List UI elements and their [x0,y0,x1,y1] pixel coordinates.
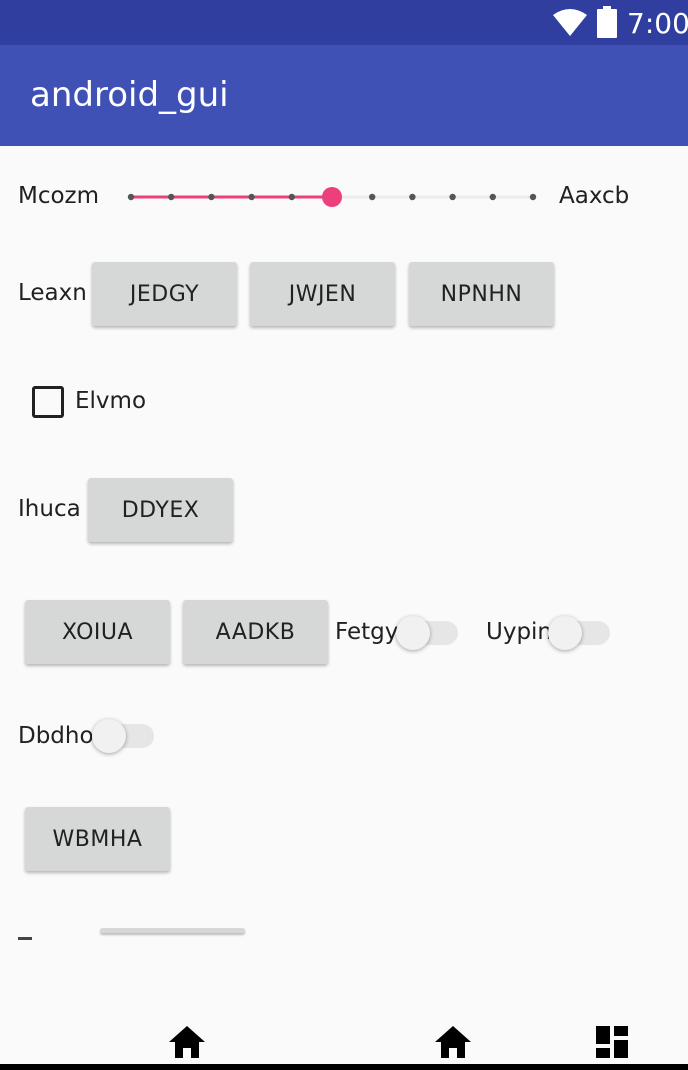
elvmo-checkbox[interactable] [32,386,64,418]
uypin-label: Uypin [486,619,553,645]
navigation-bar [0,1012,688,1070]
switch-thumb[interactable] [92,719,126,753]
apps-icon[interactable] [596,1026,628,1058]
npnhn-button[interactable]: NPNHN [409,262,554,326]
aadkb-button[interactable]: AADKB [183,600,328,664]
seekbar-tick [288,193,295,201]
clipped-button[interactable] [100,928,245,933]
wifi-icon [553,9,587,36]
home-icon[interactable] [435,1026,471,1058]
battery-icon [597,6,617,38]
seekbar-tick [489,193,496,201]
home-icon[interactable] [169,1026,205,1058]
content-area[interactable]: Mcozm Aaxcb Leaxn JEDGY JWJEN NPNHN Elvm… [0,146,688,946]
seekbar-tick [127,193,135,201]
uypin-switch[interactable] [548,616,614,650]
jedgy-button[interactable]: JEDGY [92,262,237,326]
dbdho-switch[interactable] [92,719,158,753]
seekbar-tick [529,193,537,201]
xoiua-button[interactable]: XOIUA [25,600,170,664]
app-title: android_gui [30,75,229,115]
seekbar-tick [409,193,416,201]
ihuca-label: Ihuca [18,496,81,522]
fetgy-label: Fetgy [335,619,399,645]
jwjen-button[interactable]: JWJEN [250,262,395,326]
elvmo-label[interactable]: Elvmo [75,388,146,414]
seekbar-tick [248,193,255,201]
status-bar: 7:00 [0,0,688,45]
seekbar-tick [369,193,376,201]
fetgy-switch[interactable] [396,616,462,650]
seekbar-tick [168,193,175,201]
nav-bar-edge [0,1064,688,1070]
seekbar-right-label: Aaxcb [559,183,630,209]
status-time: 7:00 [627,7,688,40]
switch-thumb[interactable] [396,616,430,650]
seekbar-left-label: Mcozm [18,183,100,209]
seekbar[interactable] [124,184,540,210]
clipped-label-fragment [18,937,32,940]
seekbar-thumb[interactable] [322,187,342,207]
leaxn-label: Leaxn [18,280,87,306]
seekbar-tick [449,193,456,201]
wbmha-button[interactable]: WBMHA [25,807,170,871]
app-bar: android_gui [0,45,688,146]
dbdho-label: Dbdho [18,723,94,749]
switch-thumb[interactable] [548,616,582,650]
ddyex-button[interactable]: DDYEX [88,478,233,542]
seekbar-tick [208,193,215,201]
